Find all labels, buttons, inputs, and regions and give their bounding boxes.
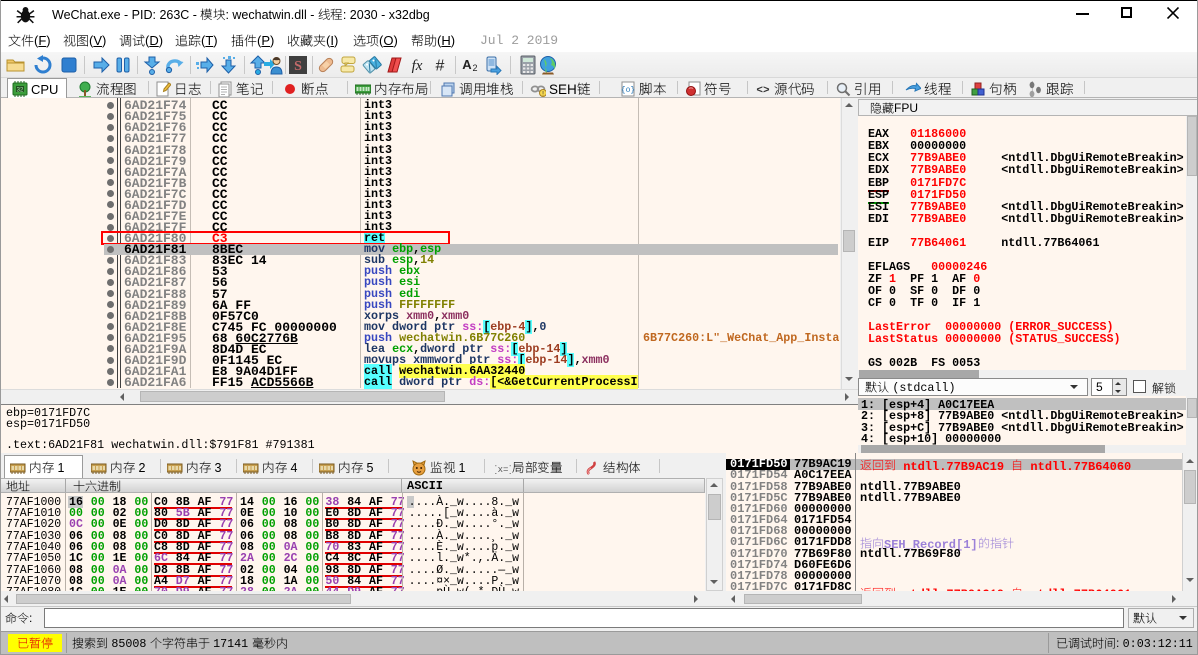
svg-text:S: S [294,59,302,74]
svg-text:32: 32 [17,88,24,94]
svg-text:#: # [436,58,445,75]
svg-text:[x=]: [x=] [495,465,511,475]
svg-text:fx: fx [412,58,423,74]
svg-text:{o}: {o} [621,86,635,95]
svg-text:!: ! [542,91,544,98]
svg-text:<>: <> [756,85,770,97]
svg-text:2: 2 [472,63,477,73]
svg-text:A: A [462,57,472,72]
